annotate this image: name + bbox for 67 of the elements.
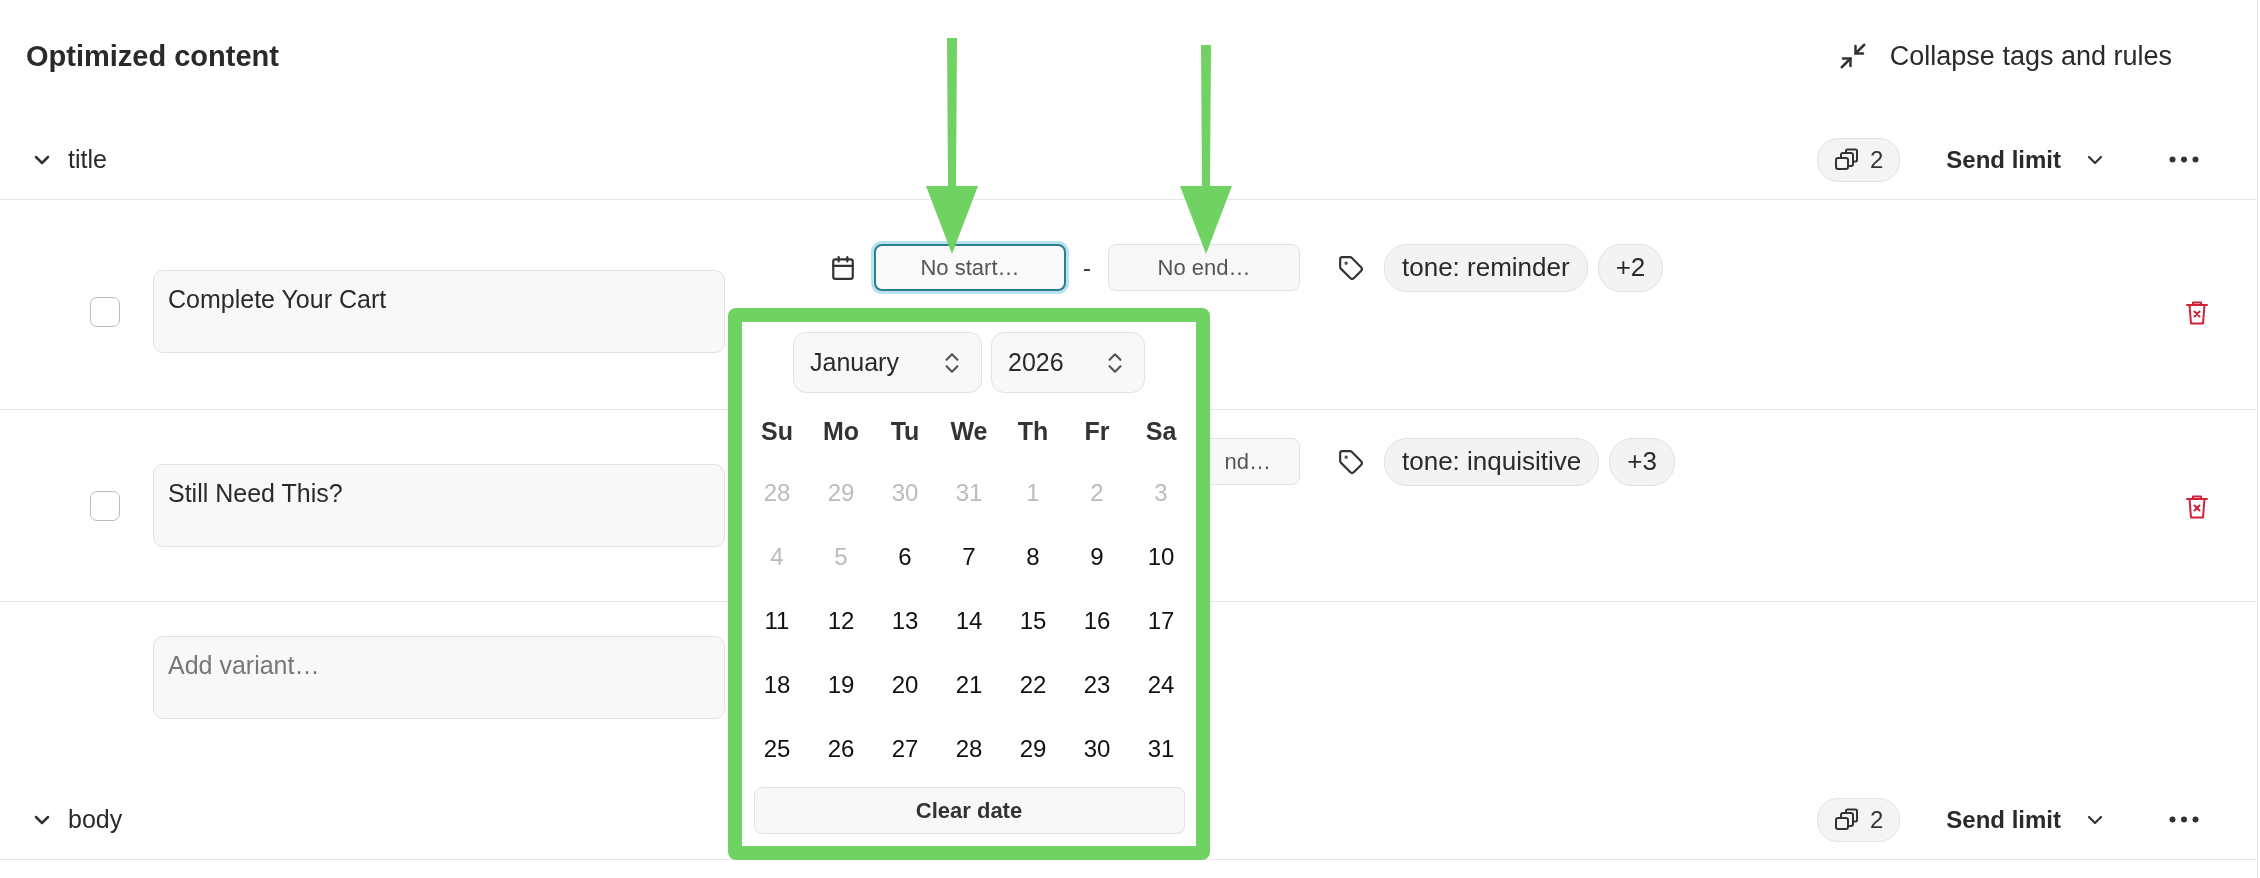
calendar-day[interactable]: 27 <box>873 717 937 781</box>
calendar-day[interactable]: 31 <box>1129 717 1193 781</box>
collapse-tags-button[interactable]: Collapse tags and rules <box>1837 40 2172 72</box>
calendar-day[interactable]: 22 <box>1001 653 1065 717</box>
ellipsis-icon <box>2169 816 2199 823</box>
calendar-day[interactable]: 28 <box>937 717 1001 781</box>
weekday-label: Tu <box>889 415 921 447</box>
calendar-day[interactable]: 18 <box>745 653 809 717</box>
calendar-day[interactable]: 12 <box>809 589 873 653</box>
calendar-day[interactable]: 11 <box>745 589 809 653</box>
calendar-day[interactable]: 21 <box>937 653 1001 717</box>
start-date-field[interactable]: No start… <box>874 244 1066 291</box>
weekday-label: Mo <box>821 415 861 447</box>
year-select[interactable]: 2026 <box>991 332 1145 393</box>
tag-chip[interactable]: tone: reminder <box>1384 243 1588 292</box>
calendar-day[interactable]: 7 <box>937 525 1001 589</box>
more-options-button[interactable] <box>2169 156 2199 163</box>
section-heading: Optimized content <box>26 39 279 73</box>
calendar-day[interactable]: 25 <box>745 717 809 781</box>
calendar-day[interactable]: 30 <box>1065 717 1129 781</box>
calendar-day[interactable]: 19 <box>809 653 873 717</box>
variant-text-field[interactable]: Complete Your Cart <box>153 270 725 353</box>
variant-count-chip: 2 <box>1816 797 1901 842</box>
calendar-day[interactable]: 29 <box>1001 717 1065 781</box>
calendar-day[interactable]: 20 <box>873 653 937 717</box>
tag-chip[interactable]: tone: inquisitive <box>1384 437 1600 486</box>
calendar-icon <box>830 254 856 281</box>
tag-icon <box>1338 254 1364 281</box>
calendar-day[interactable]: 9 <box>1065 525 1129 589</box>
ellipsis-icon <box>2169 156 2199 163</box>
more-options-button[interactable] <box>2169 816 2199 823</box>
weekday-label: Sa <box>1144 415 1178 447</box>
end-date-field[interactable]: No end… <box>1108 244 1300 291</box>
stacked-cards-icon <box>1833 147 1860 172</box>
variant-checkbox[interactable] <box>90 297 120 327</box>
add-variant-field[interactable]: Add variant… <box>153 636 725 719</box>
calendar-day[interactable]: 24 <box>1129 653 1193 717</box>
weekday-label: We <box>949 415 989 447</box>
weekday-label: Th <box>1016 415 1050 447</box>
variant-text-field[interactable]: Still Need This? <box>153 464 725 547</box>
calendar-day[interactable]: 10 <box>1129 525 1193 589</box>
calendar-day[interactable]: 14 <box>937 589 1001 653</box>
more-tags-chip[interactable]: +2 <box>1597 243 1664 292</box>
send-limit-dropdown[interactable]: Send limit <box>1946 805 2107 834</box>
more-tags-chip[interactable]: +3 <box>1609 437 1675 486</box>
delete-icon[interactable] <box>2185 494 2209 520</box>
variant-count-chip: 2 <box>1816 137 1901 182</box>
calendar-day[interactable]: 16 <box>1065 589 1129 653</box>
section-toggle[interactable]: title <box>30 145 107 174</box>
calendar-day[interactable]: 26 <box>809 717 873 781</box>
variant-checkbox[interactable] <box>90 491 120 521</box>
calendar-day[interactable]: 23 <box>1065 653 1129 717</box>
weekday-label: Fr <box>1083 415 1111 447</box>
send-limit-dropdown[interactable]: Send limit <box>1946 145 2107 174</box>
date-separator: - <box>1082 253 1092 282</box>
tag-icon <box>1338 448 1364 475</box>
calendar-day[interactable]: 6 <box>873 525 937 589</box>
month-select[interactable]: January <box>793 332 982 393</box>
delete-icon[interactable] <box>2185 300 2209 326</box>
calendar-day[interactable]: 13 <box>873 589 937 653</box>
calendar-day[interactable]: 8 <box>1001 525 1065 589</box>
calendar-day[interactable]: 17 <box>1129 589 1193 653</box>
section-toggle[interactable]: body <box>30 805 123 834</box>
clear-date-button[interactable]: Clear date <box>753 787 1185 834</box>
stacked-cards-icon <box>1833 807 1860 832</box>
weekday-label: Su <box>760 415 794 447</box>
calendar-day[interactable]: 15 <box>1001 589 1065 653</box>
